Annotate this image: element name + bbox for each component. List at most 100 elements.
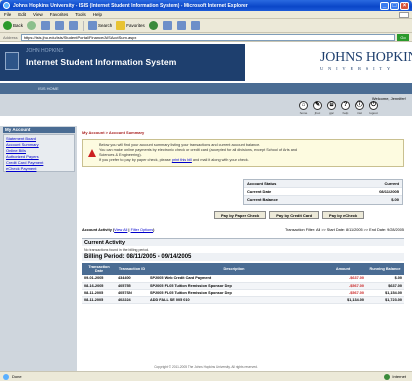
- menu-tools[interactable]: Tools: [75, 12, 86, 17]
- gpc-nav-label: gpc: [329, 111, 334, 115]
- table-row: 08-16-2005 405755 SP2005 FL05 Tuition Remi…: [82, 282, 404, 290]
- info-nav-label: inst: [357, 111, 362, 115]
- search-icon: [88, 21, 98, 30]
- cell-description: SP2005 Web Credit Card Payment: [148, 275, 320, 283]
- home-icon: [69, 21, 79, 30]
- info-nav-icon[interactable]: ⓘ inst: [353, 101, 366, 115]
- cell-amount: -$567.00: [320, 289, 366, 297]
- address-bar: Address https://isis.jhu.edu/isis/Studen…: [0, 33, 412, 42]
- breadcrumb: My Account > Account Summary: [82, 130, 145, 135]
- home-nav-icon[interactable]: ⌂ home: [297, 101, 310, 115]
- banner-title: Internet Student Information System: [26, 57, 177, 67]
- address-label: Address: [3, 34, 18, 40]
- go-button[interactable]: Go: [397, 33, 409, 41]
- no-transactions-text: No transactions found in the billing per…: [84, 248, 150, 252]
- gpc-nav-icon[interactable]: ⌸ gpc: [325, 101, 338, 115]
- browser-toolbar: Back Search Favorites: [0, 19, 412, 33]
- account-status-value: Current: [384, 181, 399, 186]
- cell-transaction-id: 405755: [116, 282, 148, 290]
- cell-running-balance: $.00: [366, 275, 404, 283]
- table-row: 08-11-2005 402224 ADD FALL SE 005 010 $1,13…: [82, 296, 404, 304]
- current-balance-value: $.00: [391, 197, 399, 202]
- minimize-button[interactable]: _: [380, 1, 389, 10]
- filter-options-link[interactable]: Filter Options: [131, 228, 154, 232]
- current-date-value: 08/11/2005: [379, 189, 399, 194]
- pay-paper-check-button[interactable]: Pay by Paper Check: [214, 211, 267, 219]
- jhoc-icon: ✎: [313, 101, 322, 110]
- status-row: Account Status Current: [244, 180, 402, 188]
- edit-button[interactable]: [190, 21, 201, 30]
- jhoc-nav-icon[interactable]: ✎ jhoc: [311, 101, 324, 115]
- menu-file[interactable]: File: [4, 12, 11, 17]
- menu-view[interactable]: View: [33, 12, 43, 17]
- view-all-link[interactable]: View All: [114, 228, 127, 232]
- university-wordmark: JOHNS HOPKINS: [320, 50, 412, 65]
- forward-button[interactable]: [27, 21, 37, 30]
- notice-line-4-prefix: If you prefer to pay by paper check, ple…: [99, 158, 172, 162]
- home-nav-label: home: [299, 111, 308, 115]
- print-icon: [176, 21, 186, 30]
- current-date-label: Current Date: [247, 189, 272, 194]
- jhoc-nav-label: jhoc: [314, 111, 321, 115]
- home-icon: ⌂: [299, 101, 308, 110]
- mail-icon: [162, 21, 172, 30]
- browser-statusbar: Done Internet: [0, 371, 412, 381]
- cell-amount: $1,134.00: [320, 296, 366, 304]
- favorites-button[interactable]: Favorites: [116, 21, 145, 30]
- current-activity-heading: Current Activity: [82, 238, 404, 246]
- university-subtitle: UNIVERSITY: [320, 66, 395, 71]
- isis-home-link[interactable]: ISIS HOME: [38, 86, 59, 91]
- zone-label: Internet: [392, 374, 406, 379]
- cell-amount: -$637.00: [320, 275, 366, 283]
- menu-favorites[interactable]: Favorites: [50, 12, 69, 17]
- account-status-box: Account Status Current Current Date 08/11/…: [243, 179, 403, 205]
- notice-line-4-suffix: and mail it along with your check.: [191, 158, 249, 162]
- pay-credit-card-button[interactable]: Pay by Credit Card: [269, 211, 320, 219]
- favorites-star-icon: [116, 21, 126, 30]
- print-button[interactable]: [176, 21, 187, 30]
- ie-logo-icon: [3, 2, 10, 9]
- help-nav-icon[interactable]: ? help: [339, 101, 352, 115]
- cell-date: 08-11-2005: [82, 296, 116, 304]
- logout-nav-icon[interactable]: ⏻ logout: [367, 101, 380, 115]
- home-button[interactable]: [69, 21, 79, 30]
- history-button[interactable]: [148, 21, 159, 30]
- back-label: Back: [13, 23, 24, 28]
- notice-line-4: If you prefer to pay by paper check, ple…: [99, 158, 399, 163]
- cell-description: SP2005 FL05 Tuition Remission Sponsor De…: [148, 282, 320, 290]
- banner-small-header: JOHN HOPKINS: [26, 48, 64, 54]
- print-bill-link[interactable]: print this bill: [172, 158, 192, 162]
- back-button[interactable]: Back: [3, 21, 23, 30]
- info-icon: ⓘ: [355, 101, 364, 110]
- logout-icon: ⏻: [369, 101, 378, 110]
- menu-help[interactable]: Help: [93, 12, 102, 17]
- gpc-icon: ⌸: [327, 101, 336, 110]
- windows-logo-icon: [399, 11, 409, 18]
- web-page: JOHN HOPKINS Internet Student Informatio…: [0, 42, 412, 371]
- search-button[interactable]: Search: [88, 21, 112, 30]
- edit-icon: [190, 21, 200, 30]
- stop-icon: [41, 21, 51, 30]
- window-titlebar: Johns Hopkins University - ISIS (Interne…: [0, 0, 412, 11]
- close-button[interactable]: ×: [400, 1, 409, 10]
- menu-edit[interactable]: Edit: [18, 12, 26, 17]
- sidebar-title: My Account: [3, 127, 75, 133]
- help-icon: ?: [341, 101, 350, 110]
- security-zone: Internet: [384, 373, 406, 380]
- account-status-label: Account Status: [247, 181, 277, 186]
- pay-echeck-button[interactable]: Pay by eCheck: [322, 211, 365, 219]
- sidebar-item-echeck-payment[interactable]: eCheck Payment: [4, 165, 74, 171]
- address-input[interactable]: https://isis.jhu.edu/isis/StudentPortal/…: [20, 33, 395, 41]
- cell-running-balance: $637.00: [366, 282, 404, 290]
- refresh-button[interactable]: [55, 21, 65, 30]
- forward-arrow-icon: [27, 21, 37, 30]
- mail-button[interactable]: [162, 21, 173, 30]
- cell-date: 08-16-2005: [82, 282, 116, 290]
- cell-running-balance: $1,723.00: [366, 296, 404, 304]
- table-row: 08-11-2005 4057SN SP2005 FL05 Tuition Remi…: [82, 289, 404, 297]
- status-text: Done: [12, 374, 22, 379]
- back-arrow-icon: [3, 21, 12, 30]
- maximize-button[interactable]: □: [390, 1, 399, 10]
- cell-date: 08-11-2005: [82, 289, 116, 297]
- stop-button[interactable]: [41, 21, 51, 30]
